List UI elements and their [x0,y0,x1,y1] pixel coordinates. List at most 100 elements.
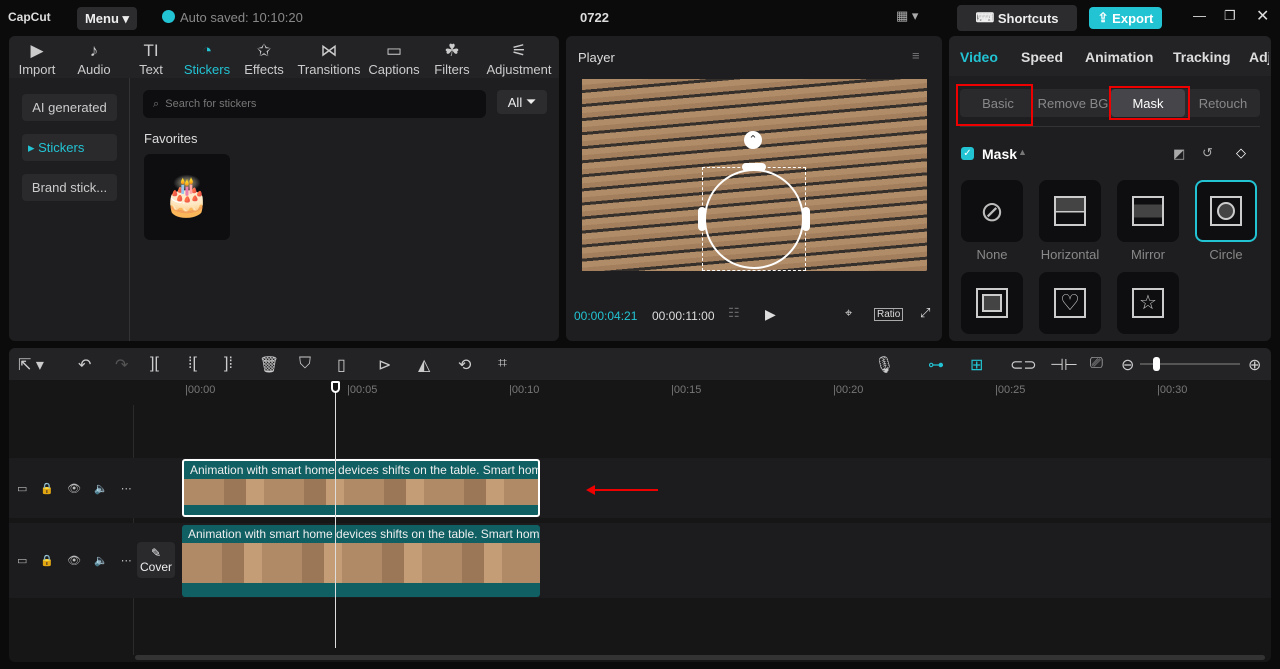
tab-tracking[interactable]: Tracking [1173,49,1231,65]
none-icon: ⊘ [980,195,1004,227]
collapse-icon[interactable]: ▲ [1018,147,1027,157]
tab-adjustment[interactable]: Adj [1249,49,1269,65]
feather-handle-icon[interactable]: ⌃ [744,131,762,149]
playhead[interactable] [335,390,336,648]
edit-icon: ✎ [150,546,162,560]
tool-captions[interactable]: ▭ Captions [365,40,423,77]
main-track-magnet-icon[interactable]: ⊶ [928,355,944,375]
zoom-slider-thumb[interactable] [1153,357,1160,371]
tool-effects[interactable]: ✩ Effects [235,40,293,77]
clip-thumbnails [184,479,538,505]
horizontal-scrollbar[interactable] [135,655,1265,660]
mask-none[interactable]: ⊘ [961,180,1023,242]
fullscreen-crop-icon[interactable]: ⌖ [845,305,852,321]
birthday-cake-sticker[interactable]: 🎂 [144,154,230,240]
playhead-handle[interactable] [331,381,340,393]
play-button[interactable]: ▶ [765,306,776,323]
grid-icon[interactable]: ☷ [728,305,740,321]
rotate-icon[interactable]: ⟲ [458,355,471,375]
tool-audio[interactable]: ♪ Audio [65,40,123,77]
mask-horizontal[interactable] [1039,180,1101,242]
tab-animation[interactable]: Animation [1085,49,1153,65]
video-clip-selected[interactable]: Animation with smart home devices shifts… [182,459,540,517]
tick-label: |00:00 [185,384,216,396]
circle-mask-outline[interactable] [704,169,804,269]
mask-handle[interactable] [698,207,706,231]
tool-label: Captions [368,62,420,77]
expand-icon[interactable]: ⤢ [920,305,930,321]
subtab-remove-bg[interactable]: Remove BG [1036,89,1110,117]
tab-video[interactable]: Video [960,49,998,65]
delete-icon[interactable]: 🗑 [259,355,279,375]
keyframe-icon[interactable]: ◇ [1236,145,1246,161]
tab-speed[interactable]: Speed [1021,49,1063,65]
select-tool-icon[interactable]: ⇱ ▾ [18,355,44,375]
preview-axis-icon[interactable]: ⎚ [1090,355,1103,373]
export-button[interactable]: ⇪ Export [1089,7,1162,29]
ratio-button[interactable]: Ratio [874,308,904,321]
zoom-in-icon[interactable]: ⊕ [1248,355,1261,375]
reverse-icon[interactable]: ⊳ [378,355,391,375]
mask-mirror[interactable] [1117,180,1179,242]
track-main-controls[interactable]: ▭🔒👁🔈⋯ [17,554,145,567]
highlight-box-mask [1109,86,1190,120]
clip-title: Animation with smart home devices shifts… [190,463,538,477]
filter-all-button[interactable]: All ⏷ [497,90,547,114]
restore-icon[interactable]: ❐ [1224,8,1236,24]
shortcuts-button[interactable]: ⌨ Shortcuts [957,5,1077,31]
mask-heart[interactable]: ♡ [1039,272,1101,334]
tool-stickers[interactable]: ◔ Stickers [178,40,236,77]
link-icon[interactable]: ⊂⊃ [1010,355,1037,375]
mask-circle[interactable] [1195,180,1257,242]
close-icon[interactable]: ✕ [1256,6,1269,26]
track-1-controls[interactable]: ▭🔒👁🔈⋯ [17,482,145,495]
mask-handle[interactable] [802,207,810,231]
tool-import[interactable]: ▶ Import [8,40,66,77]
layout-icon[interactable]: ▦ ▾ [896,8,918,24]
text-icon: TI [143,41,159,60]
trim-left-icon[interactable]: ⁞[ [188,355,197,373]
circle-icon [1210,196,1242,226]
reset-icon[interactable]: ↺ [1202,145,1213,161]
current-time: 00:00:04:21 [574,309,638,323]
tool-adjustment[interactable]: ⚟ Adjustment [483,40,555,77]
minimize-icon[interactable]: — [1193,8,1206,23]
split-view-icon[interactable]: ⊣⊢ [1050,355,1078,375]
video-clip-main[interactable]: Animation with smart home devices shifts… [182,525,540,597]
cover-button[interactable]: ✎ Cover [137,542,175,578]
freeze-icon[interactable]: ▯ [337,355,346,375]
sidebar-item-stickers[interactable]: ▸ Stickers [22,134,117,161]
player-menu-icon[interactable]: ≡ [912,48,920,63]
microphone-icon[interactable]: 🎙 [874,355,894,375]
zoom-out-icon[interactable]: ⊖ [1121,355,1134,375]
redo-icon[interactable]: ↷ [115,355,128,375]
marker-icon[interactable]: ⛉ [299,355,311,373]
tool-text[interactable]: TI Text [122,40,180,77]
clip-title: Animation with smart home devices shifts… [188,527,540,541]
cover-label: Cover [139,560,172,574]
trim-right-icon[interactable]: ]⁞ [224,355,233,373]
sidebar-label: Stickers [38,140,85,155]
captions-icon: ▭ [385,41,403,60]
sticker-search-input[interactable]: ⌕ Search for stickers [143,90,486,118]
menu-button[interactable]: Menu ▾ [77,7,137,30]
split-icon[interactable]: ][ [150,355,159,373]
sidebar-item-ai-generated[interactable]: AI generated [22,94,117,121]
mask-star[interactable]: ☆ [1117,272,1179,334]
subtab-retouch[interactable]: Retouch [1186,89,1260,117]
invert-mask-icon[interactable]: ◩ [1173,146,1185,162]
crop-icon[interactable]: ⌗ [498,355,507,373]
star-icon: ☆ [1132,288,1164,318]
tool-transitions[interactable]: ⋈ Transitions [296,40,362,77]
sidebar-item-brand-stickers[interactable]: Brand stick... [22,174,117,201]
auto-snap-icon[interactable]: ⊞ [970,355,983,375]
tool-filters[interactable]: ☘ Filters [423,40,481,77]
mask-handle[interactable] [742,163,766,171]
undo-icon[interactable]: ↶ [78,355,91,375]
mask-enable-checkbox[interactable]: ✓ [961,147,974,160]
tool-label: Text [139,62,163,77]
video-preview[interactable]: ⌃ [582,79,927,271]
tick-label: |00:15 [671,384,702,396]
mask-rectangle[interactable] [961,272,1023,334]
mirror-flip-icon[interactable]: ◭ [418,355,430,375]
